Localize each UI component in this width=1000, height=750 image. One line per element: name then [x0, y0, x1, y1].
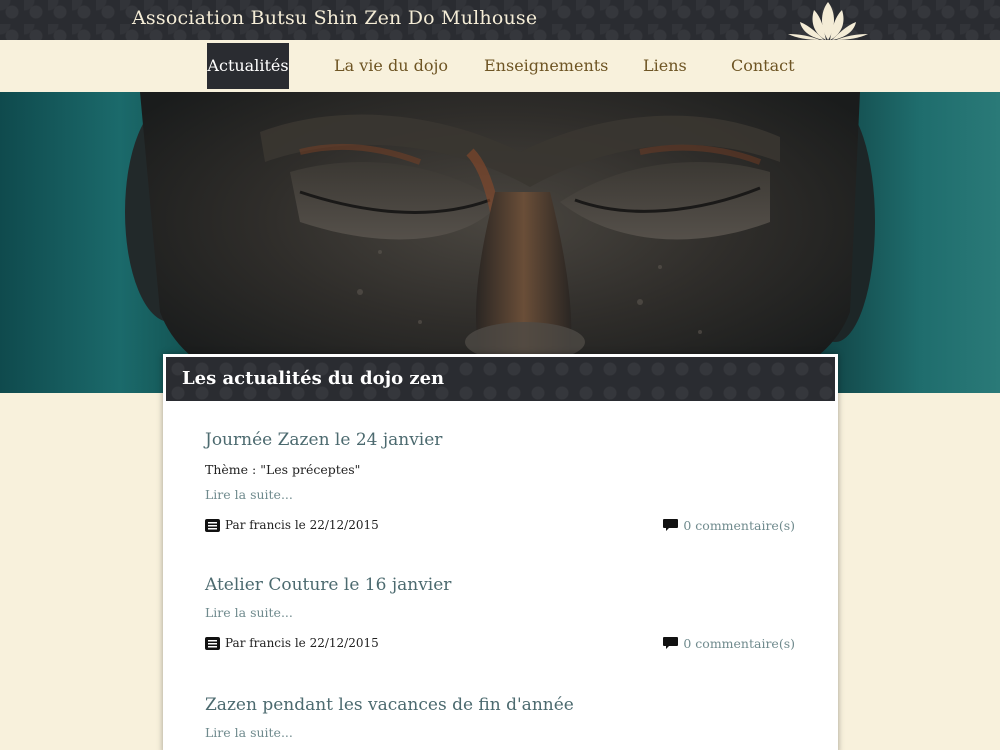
article-title-link[interactable]: Zazen pendant les vacances de fin d'anné…	[205, 695, 574, 715]
nav-item-actualites[interactable]: Actualités	[207, 43, 289, 89]
comment-bubble-icon	[663, 637, 679, 649]
comments-link[interactable]: 0 commentaire(s)	[683, 518, 795, 533]
panel-header: Les actualités du dojo zen	[166, 357, 835, 401]
article-excerpt: Thème : "Les préceptes"	[205, 462, 361, 477]
buddha-face-illustration	[125, 92, 875, 393]
comment-bubble-icon	[663, 519, 679, 531]
article-title-link[interactable]: Atelier Couture le 16 janvier	[205, 575, 451, 595]
nav-item-la-vie-du-dojo[interactable]: La vie du dojo	[334, 43, 448, 89]
article-meta-text: Par francis le 22/12/2015	[225, 518, 379, 532]
read-more-link[interactable]: Lire la suite...	[205, 605, 795, 620]
article-comments: 0 commentaire(s)	[663, 636, 795, 651]
article-title-link[interactable]: Journée Zazen le 24 janvier	[205, 430, 442, 450]
panel-title: Les actualités du dojo zen	[182, 368, 445, 389]
article-author-date: Par francis le 22/12/2015	[205, 518, 379, 532]
read-more-link[interactable]: Lire la suite...	[205, 487, 795, 502]
nav-item-enseignements[interactable]: Enseignements	[484, 43, 608, 89]
site-title[interactable]: Association Butsu Shin Zen Do Mulhouse	[132, 7, 537, 29]
nav-item-contact[interactable]: Contact	[731, 43, 795, 89]
news-article: Zazen pendant les vacances de fin d'anné…	[205, 695, 795, 740]
lotus-logo-icon	[788, 2, 868, 40]
news-article: Atelier Couture le 16 janvier Lire la su…	[205, 575, 795, 654]
news-panel: Les actualités du dojo zen Journée Zazen…	[163, 354, 838, 750]
article-meta-row: Par francis le 22/12/2015 0 commentaire(…	[205, 518, 795, 536]
hero-buddha-image	[0, 92, 1000, 393]
article-author-date: Par francis le 22/12/2015	[205, 636, 379, 650]
article-meta-text: Par francis le 22/12/2015	[225, 636, 379, 650]
comments-link[interactable]: 0 commentaire(s)	[683, 636, 795, 651]
list-icon	[205, 636, 220, 650]
news-article: Journée Zazen le 24 janvier Thème : "Les…	[205, 430, 795, 536]
article-meta-row: Par francis le 22/12/2015 0 commentaire(…	[205, 636, 795, 654]
site-header-bar: Association Butsu Shin Zen Do Mulhouse	[0, 0, 1000, 40]
article-comments: 0 commentaire(s)	[663, 518, 795, 533]
nav-item-liens[interactable]: Liens	[643, 43, 687, 89]
read-more-link[interactable]: Lire la suite...	[205, 725, 795, 740]
main-navigation: Actualités La vie du dojo Enseignements …	[0, 40, 1000, 92]
list-icon	[205, 518, 220, 532]
